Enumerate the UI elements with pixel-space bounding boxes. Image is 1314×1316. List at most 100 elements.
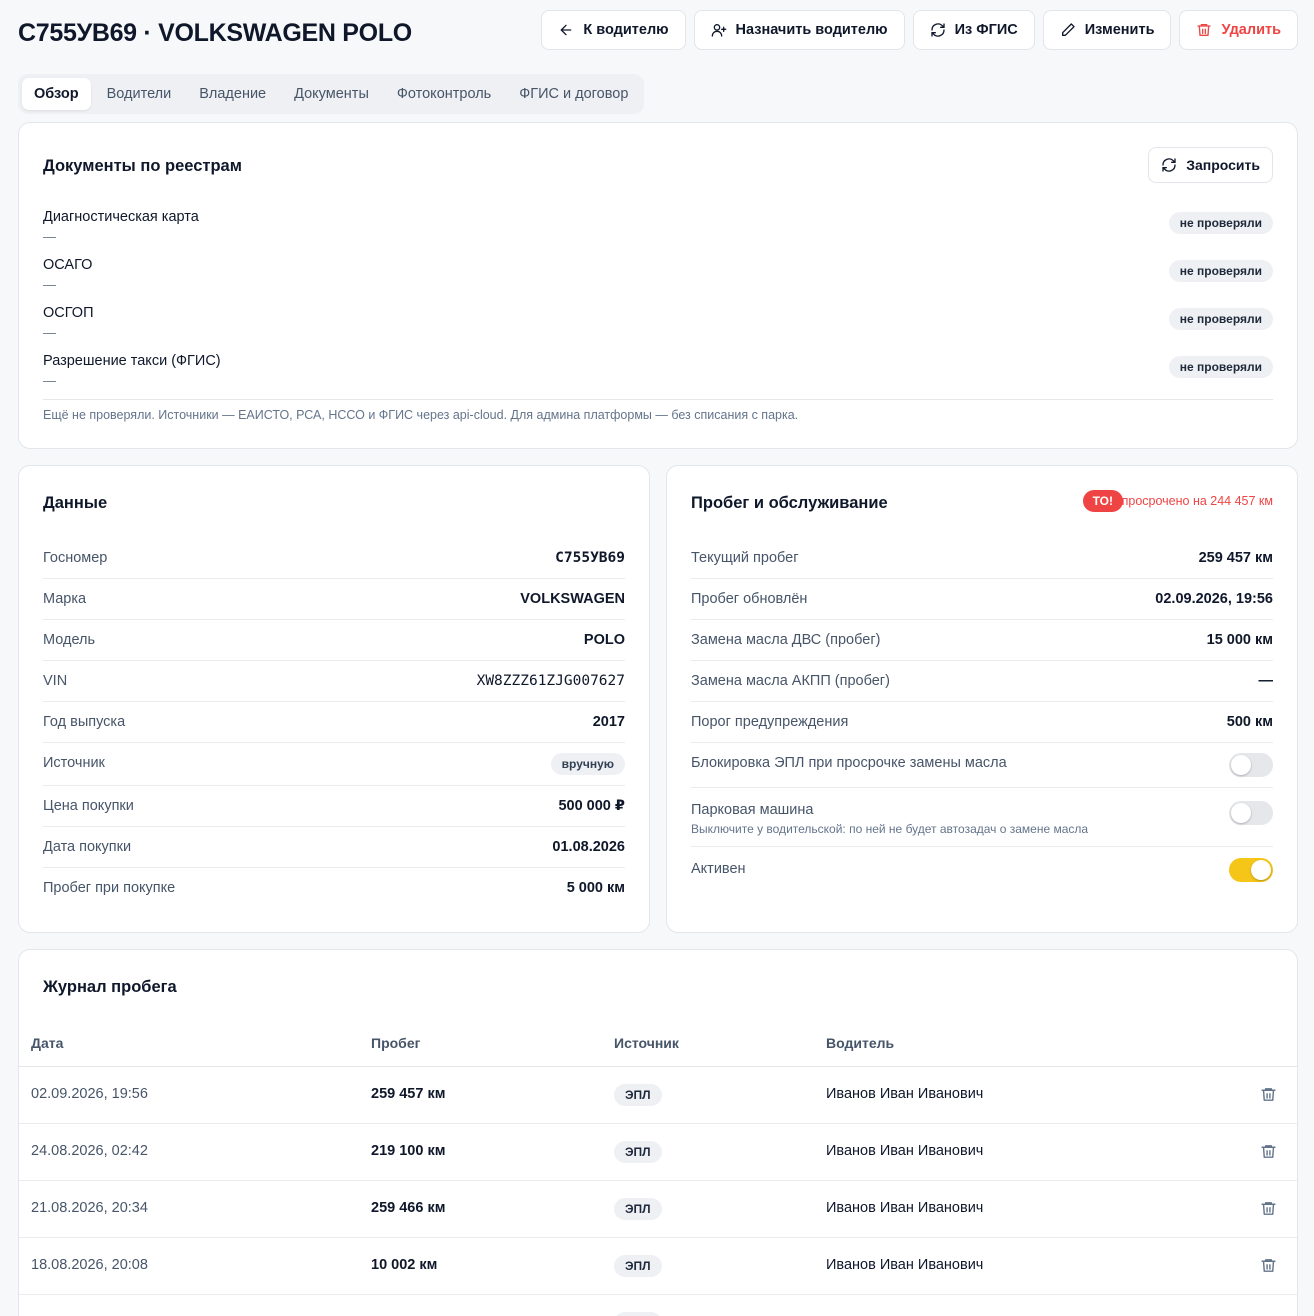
make-value: VOLKSWAGEN [520, 591, 625, 607]
tab-photo-control[interactable]: Фотоконтроль [385, 78, 503, 110]
delete-row-button[interactable] [1260, 1086, 1277, 1103]
tab-overview[interactable]: Обзор [22, 78, 91, 110]
log-source-badge: ЭПЛ [614, 1141, 662, 1163]
delete-button[interactable]: Удалить [1179, 10, 1298, 50]
warning-threshold-row: Порог предупреждения 500 км [691, 702, 1273, 743]
log-driver: Иванов Иван Иванович [826, 1200, 984, 1216]
column-header-source[interactable]: Источник [614, 1035, 679, 1051]
vin-value: XW8ZZZ61ZJG007627 [476, 673, 625, 689]
table-row: 18.08.2026, 20:08 10 002 км ЭПЛ Иванов И… [19, 1238, 1297, 1295]
warning-threshold-label: Порог предупреждения [691, 714, 849, 730]
log-date: 24.08.2026, 02:42 [31, 1143, 148, 1159]
mileage-log-card: Журнал пробега Дата Пробег Источник Води… [18, 949, 1298, 1316]
trash-icon [1261, 1202, 1276, 1215]
active-toggle[interactable] [1229, 858, 1273, 882]
service-due-badge: ТО! [1082, 490, 1123, 512]
column-header-date[interactable]: Дата [31, 1035, 63, 1051]
purchase-date-label: Дата покупки [43, 839, 132, 855]
registry-value: — [43, 229, 56, 244]
park-vehicle-hint: Выключите у водительской: по ней не буде… [691, 822, 1089, 836]
warning-threshold-value: 500 км [1226, 714, 1273, 730]
column-header-mileage[interactable]: Пробег [371, 1035, 420, 1051]
mileage-updated-label: Пробег обновлён [691, 591, 808, 607]
trash-icon [1261, 1145, 1276, 1158]
mileage-log-title: Журнал пробега [43, 978, 177, 996]
tab-fgis-contract[interactable]: ФГИС и договор [507, 78, 640, 110]
registries-note: Ещё не проверяли. Источники — ЕАИСТО, РС… [43, 408, 799, 422]
purchase-date-row: Дата покупки 01.08.2026 [43, 827, 625, 868]
column-header-driver[interactable]: Водитель [826, 1035, 894, 1051]
page-header: С755УВ69 · VOLKSWAGEN POLO К водителю На… [18, 10, 1298, 50]
purchase-price-label: Цена покупки [43, 798, 134, 814]
arrow-left-icon [561, 24, 572, 36]
table-row: 24.08.2026, 02:42 219 100 км ЭПЛ Иванов … [19, 1124, 1297, 1181]
delete-row-button[interactable] [1260, 1143, 1277, 1160]
mileage-updated-row: Пробег обновлён 02.09.2026, 19:56 [691, 579, 1273, 620]
tab-drivers[interactable]: Водители [95, 78, 184, 110]
delete-label: Удалить [1221, 22, 1281, 38]
mileage-updated-value: 02.09.2026, 19:56 [1155, 591, 1273, 607]
pencil-icon [1061, 23, 1075, 36]
toggle-knob [1231, 803, 1251, 823]
log-date: 18.08.2026, 20:08 [31, 1257, 148, 1273]
vehicle-data-title: Данные [43, 494, 108, 512]
year-value: 2017 [592, 714, 625, 730]
engine-oil-row: Замена масла ДВС (пробег) 15 000 км [691, 620, 1273, 661]
registry-row-taxi-permit: Разрешение такси (ФГИС) — не проверяли [43, 353, 1273, 397]
log-date: 02.09.2026, 19:56 [31, 1086, 148, 1102]
mileage-service-title: Пробег и обслуживание [691, 494, 888, 512]
year-label: Год выпуска [43, 714, 126, 730]
log-source-badge-partial [614, 1312, 662, 1316]
back-to-driver-button[interactable]: К водителю [541, 10, 686, 50]
park-vehicle-label: Парковая машина [691, 802, 814, 818]
make-row: Марка VOLKSWAGEN [43, 579, 625, 620]
epl-block-label: Блокировка ЭПЛ при просрочке замены масл… [691, 755, 1007, 771]
table-row: 21.08.2026, 20:34 259 466 км ЭПЛ Иванов … [19, 1181, 1297, 1238]
plate-row: Госномер С755УВ69 [43, 538, 625, 579]
park-vehicle-toggle[interactable] [1229, 801, 1273, 825]
active-row: Активен [691, 847, 1273, 892]
vin-row: VIN XW8ZZZ61ZJG007627 [43, 661, 625, 702]
log-mileage: 259 457 км [371, 1086, 446, 1102]
registry-value: — [43, 325, 56, 340]
registry-name: ОСГОП [43, 305, 94, 321]
page-title: С755УВ69 · VOLKSWAGEN POLO [18, 19, 412, 47]
current-mileage-label: Текущий пробег [691, 550, 799, 566]
assign-driver-label: Назначить водителю [735, 22, 888, 38]
table-row: 02.09.2026, 19:56 259 457 км ЭПЛ Иванов … [19, 1067, 1297, 1124]
toggle-knob [1231, 755, 1251, 775]
registry-name: Диагностическая карта [43, 209, 199, 225]
delete-row-button[interactable] [1260, 1200, 1277, 1217]
purchase-mileage-label: Пробег при покупке [43, 880, 176, 896]
purchase-mileage-value: 5 000 км [566, 880, 625, 896]
log-date: 21.08.2026, 20:34 [31, 1200, 148, 1216]
engine-oil-label: Замена масла ДВС (пробег) [691, 632, 881, 648]
registry-status-badge: не проверяли [1168, 260, 1273, 282]
registries-title: Документы по реестрам [43, 157, 242, 175]
refresh-icon [930, 23, 945, 37]
delete-row-button[interactable] [1260, 1257, 1277, 1274]
tab-documents[interactable]: Документы [282, 78, 381, 110]
edit-button[interactable]: Изменить [1042, 10, 1172, 50]
registry-row-osgop: ОСГОП — не проверяли [43, 305, 1273, 349]
request-button[interactable]: Запросить [1148, 147, 1273, 183]
registry-status-badge: не проверяли [1168, 308, 1273, 330]
registry-name: Разрешение такси (ФГИС) [43, 353, 221, 369]
table-row-partial [19, 1295, 1297, 1316]
request-label: Запросить [1186, 157, 1260, 173]
log-source-badge: ЭПЛ [614, 1198, 662, 1220]
registry-name: ОСАГО [43, 257, 93, 273]
fgis-import-button[interactable]: Из ФГИС [912, 10, 1035, 50]
registries-card: Документы по реестрам Запросить Диагност… [18, 122, 1298, 449]
tab-ownership[interactable]: Владение [187, 78, 278, 110]
source-label: Источник [43, 755, 105, 771]
model-row: Модель POLO [43, 620, 625, 661]
plate-label: Госномер [43, 550, 108, 566]
epl-block-toggle[interactable] [1229, 753, 1273, 777]
back-to-driver-label: К водителю [583, 22, 669, 38]
make-label: Марка [43, 591, 87, 607]
assign-driver-button[interactable]: Назначить водителю [693, 10, 905, 50]
engine-oil-value: 15 000 км [1206, 632, 1273, 648]
toggle-knob [1251, 860, 1271, 880]
service-overdue-text: просрочено на 244 457 км [1121, 494, 1273, 508]
